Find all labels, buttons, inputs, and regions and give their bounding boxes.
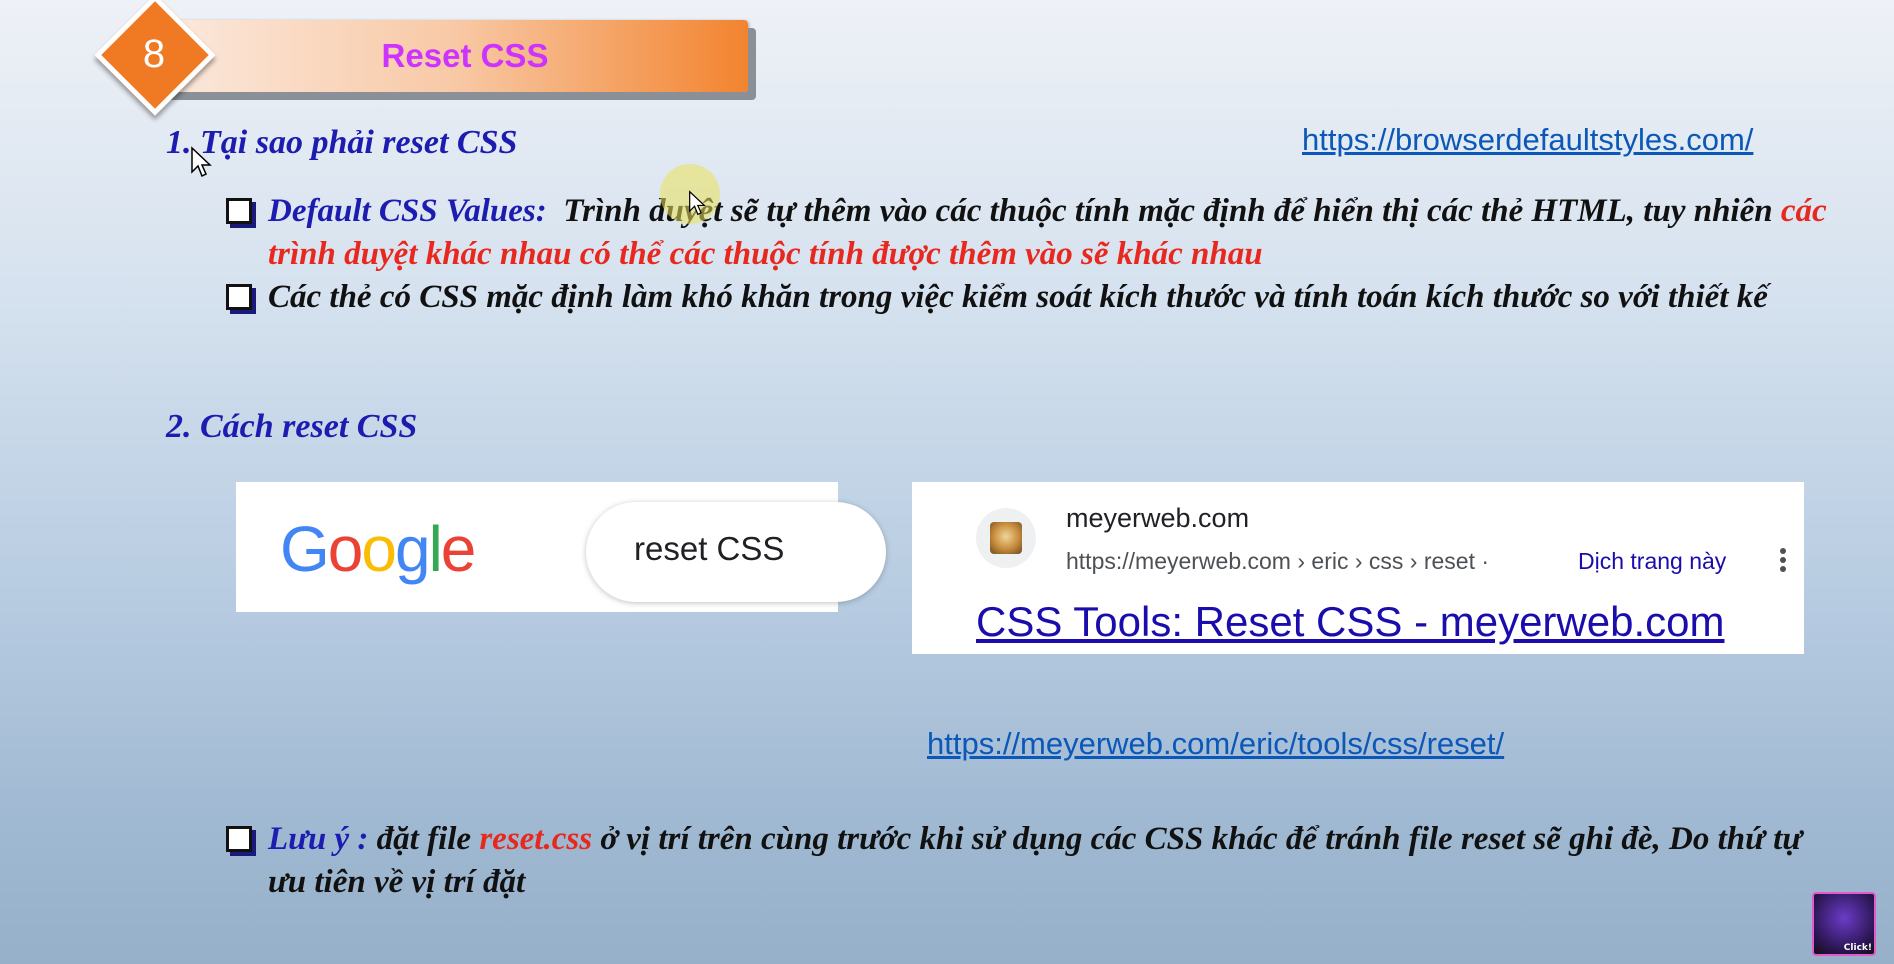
result-url-path: https://meyerweb.com › eric › css › rese… (1066, 548, 1475, 574)
google-logo: Google (280, 512, 477, 586)
result-url-separator: · (1481, 548, 1490, 574)
note-bullet: Lưu ý : đặt file reset.css ở vị trí trên… (268, 818, 1828, 904)
bullet-default-css-values: Default CSS Values: Trình duyệt sẽ tự th… (268, 190, 1828, 276)
site-favicon-icon (990, 522, 1022, 554)
section-2-heading: 2. Cách reset CSS (166, 408, 418, 445)
checkbox-bullet-icon (226, 284, 252, 310)
bullet-label: Default CSS Values: (268, 193, 547, 229)
section-1-heading: 1. Tại sao phải reset CSS (166, 124, 518, 161)
google-logo-letter: G (280, 513, 330, 585)
google-logo-letter: o (327, 513, 364, 585)
google-logo-letter: o (361, 513, 397, 585)
translate-page-link[interactable]: Dịch trang này (1578, 548, 1726, 575)
checkbox-bullet-icon (226, 198, 252, 224)
result-site-name: meyerweb.com (1066, 503, 1250, 533)
google-search-query: reset CSS (634, 530, 785, 567)
note-file-name: reset.css (479, 821, 593, 857)
bullet-text: Trình duyệt sẽ tự thêm vào các thuộc tín… (563, 193, 1773, 229)
avatar-badge: Click! (1843, 943, 1872, 953)
result-url: https://meyerweb.com › eric › css › rese… (1066, 548, 1489, 575)
google-logo-letter: g (394, 513, 431, 585)
slide-number: 8 (142, 32, 166, 76)
mouse-pointer-icon (191, 146, 212, 178)
channel-avatar[interactable]: Click! (1812, 892, 1876, 956)
browserdefaultstyles-link[interactable]: https://browserdefaultstyles.com/ (1302, 122, 1753, 158)
note-label: Lưu ý : (268, 821, 369, 857)
google-logo-letter: e (440, 513, 477, 585)
google-logo-letter: l (428, 513, 443, 585)
note-text-1: đặt file (376, 821, 472, 857)
meyerweb-reset-link[interactable]: https://meyerweb.com/eric/tools/css/rese… (927, 726, 1504, 762)
slide-title: Reset CSS (381, 37, 549, 74)
checkbox-bullet-icon (226, 826, 252, 852)
bullet-default-css-issue: Các thẻ có CSS mặc định làm khó khăn tro… (268, 279, 1768, 315)
kebab-icon[interactable] (1780, 548, 1788, 575)
result-title-link[interactable]: CSS Tools: Reset CSS - meyerweb.com (976, 598, 1724, 646)
mouse-pointer-icon (689, 190, 706, 216)
